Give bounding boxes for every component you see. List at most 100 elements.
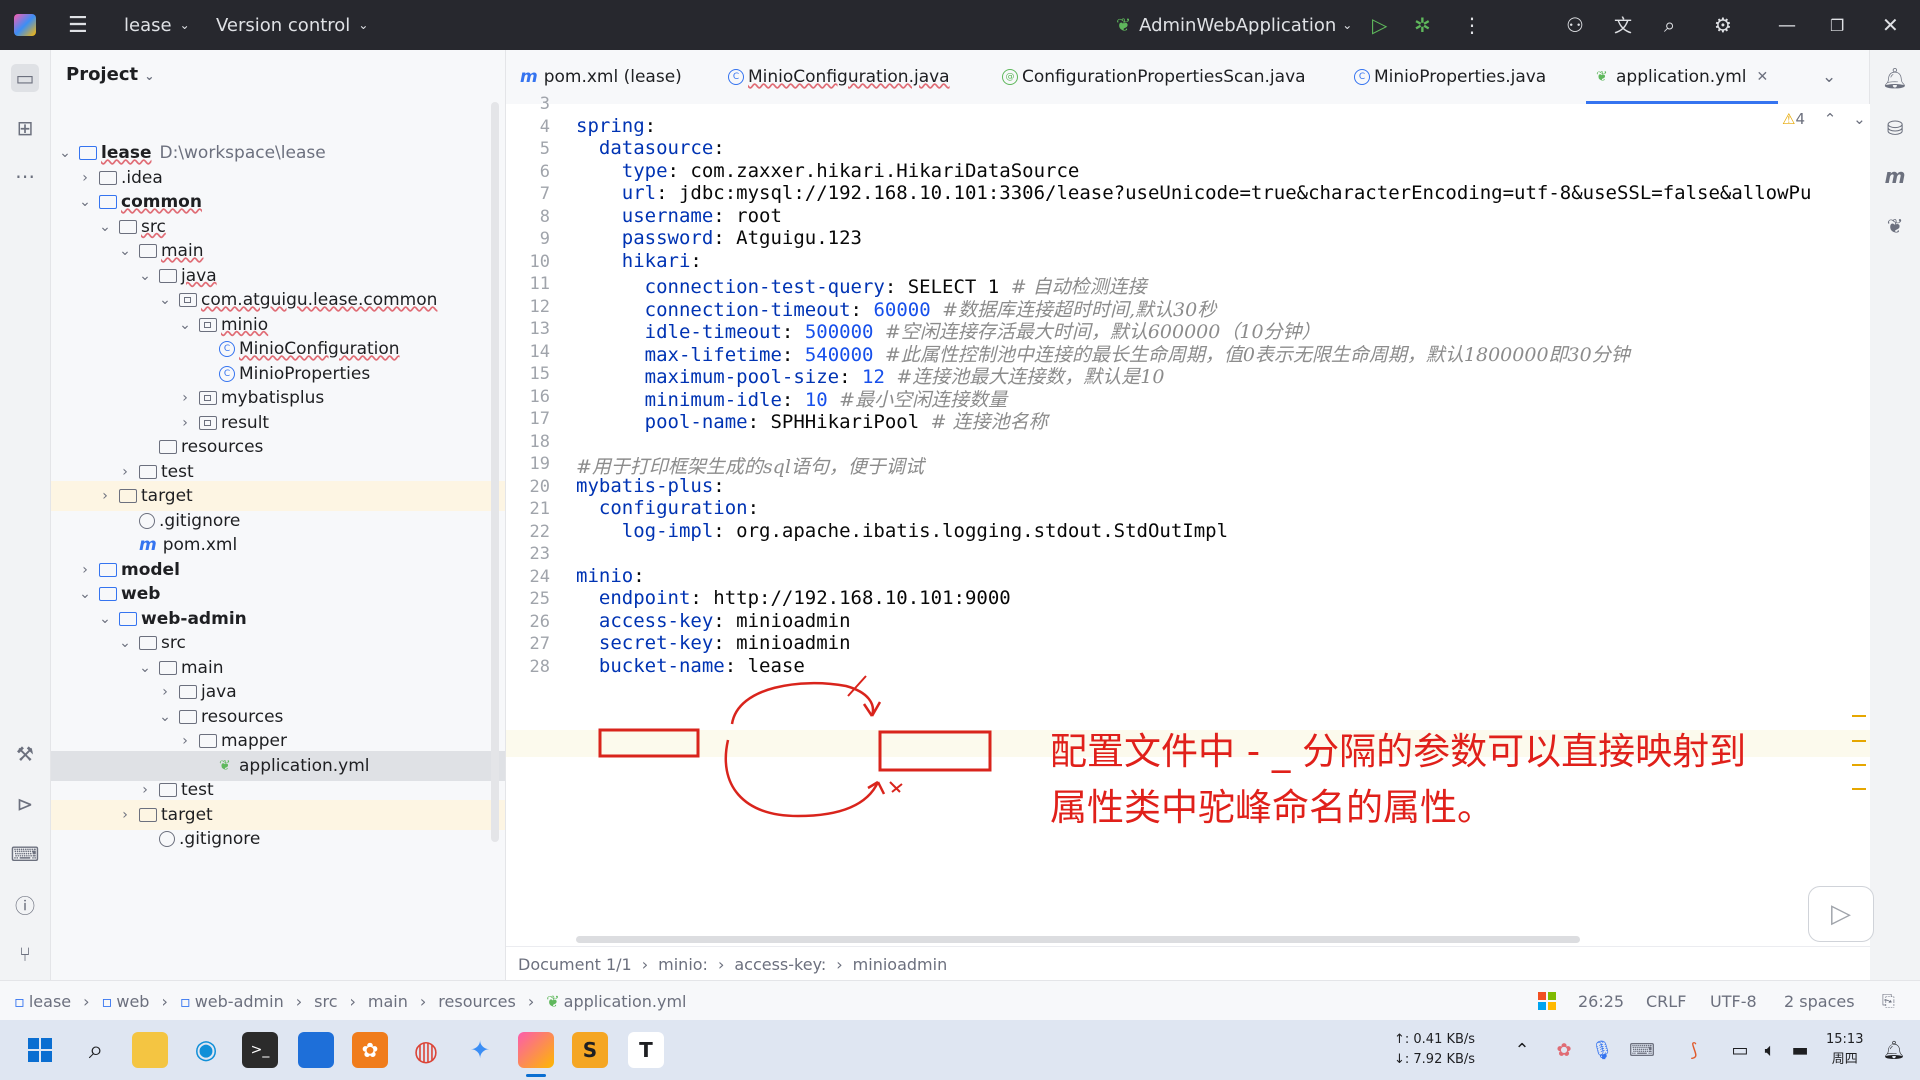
git-branch-icon[interactable]: ⑂ bbox=[11, 940, 39, 968]
tray-expand-chevron-icon[interactable]: ⌃ bbox=[1504, 1032, 1540, 1068]
nav-path-item[interactable]: web-admin bbox=[195, 992, 284, 1011]
nav-path-item[interactable]: resources bbox=[438, 992, 516, 1011]
typora-icon[interactable]: T bbox=[628, 1032, 664, 1068]
tab-minio-configuration[interactable]: C MinioConfiguration.java bbox=[728, 50, 950, 104]
project-selector[interactable]: lease ⌄ bbox=[124, 0, 190, 50]
translate-icon[interactable]: ⽂ bbox=[1614, 0, 1632, 50]
chevron-down-icon[interactable]: ⌄ bbox=[97, 611, 113, 627]
build-hammer-icon[interactable]: ⚒ bbox=[11, 740, 39, 768]
file-encoding[interactable]: UTF-8 bbox=[1710, 981, 1757, 1021]
battery-icon[interactable]: ▬ bbox=[1782, 1032, 1818, 1068]
services-run-icon[interactable]: ⊳ bbox=[11, 790, 39, 818]
chevron-down-icon[interactable]: ⌄ bbox=[137, 660, 153, 676]
caret-position[interactable]: 26:25 bbox=[1578, 981, 1624, 1021]
close-icon[interactable]: ✕ bbox=[1882, 0, 1899, 50]
clock[interactable]: 15:13 周四 bbox=[1826, 1030, 1863, 1070]
chevron-right-icon[interactable]: › bbox=[97, 488, 113, 504]
chevron-right-icon[interactable]: › bbox=[137, 782, 153, 798]
nav-path-item[interactable]: main bbox=[368, 992, 408, 1011]
breadcrumb-item[interactable]: Document 1/1 bbox=[518, 955, 632, 974]
notification-bell-icon[interactable]: 🔔︎ bbox=[1876, 1032, 1912, 1068]
intellij-taskbar-icon[interactable] bbox=[518, 1032, 554, 1068]
search-icon[interactable]: ⌕ bbox=[1664, 0, 1675, 50]
nav-path-item[interactable]: lease bbox=[29, 992, 71, 1011]
tab-application-yml[interactable]: ❦ application.yml ✕ bbox=[1586, 50, 1779, 104]
project-scrollbar[interactable] bbox=[491, 102, 499, 842]
breadcrumb-item[interactable]: access-key: bbox=[734, 955, 826, 974]
problems-icon[interactable]: ⓘ bbox=[11, 890, 39, 918]
maven-tool-icon[interactable]: m bbox=[1881, 162, 1909, 190]
edge-browser-icon[interactable]: ◉ bbox=[188, 1032, 224, 1068]
tree-item-label: minio bbox=[221, 314, 269, 335]
minimize-icon[interactable]: — bbox=[1778, 0, 1796, 50]
main-menu-icon[interactable]: ☰ bbox=[68, 0, 88, 50]
breadcrumb-separator: › bbox=[419, 991, 427, 1011]
readonly-lock-icon[interactable]: ⎘ bbox=[1882, 981, 1895, 1021]
app-orange-icon[interactable]: ✿ bbox=[352, 1032, 388, 1068]
spring-tool-icon[interactable]: ❦ bbox=[1881, 212, 1909, 240]
more-tools-icon[interactable]: ⋯ bbox=[11, 162, 39, 190]
play-overlay-icon[interactable]: ▷ bbox=[1808, 886, 1874, 942]
project-panel-title[interactable]: Project ⌄ bbox=[66, 64, 154, 85]
nav-path-item[interactable]: application.yml bbox=[564, 992, 687, 1011]
tab-configuration-properties-scan[interactable]: @ ConfigurationPropertiesScan.java bbox=[1002, 50, 1306, 104]
chevron-down-icon[interactable]: ⌄ bbox=[117, 635, 133, 651]
chevron-right-icon[interactable]: › bbox=[177, 415, 193, 431]
line-separator[interactable]: CRLF bbox=[1646, 981, 1686, 1021]
taskbar-search-icon[interactable]: ⌕ bbox=[78, 1032, 114, 1068]
chevron-right-icon[interactable]: › bbox=[177, 733, 193, 749]
structure-icon[interactable]: ⊞ bbox=[11, 114, 39, 142]
vcs-menu[interactable]: Version control ⌄ bbox=[216, 0, 368, 50]
terminal-app-icon[interactable]: >_ bbox=[242, 1032, 278, 1068]
chrome-icon[interactable]: ◍ bbox=[408, 1032, 444, 1068]
chevron-down-icon[interactable]: ⌄ bbox=[97, 219, 113, 235]
tree-item[interactable]: .gitignore bbox=[51, 824, 505, 854]
chevron-down-icon[interactable]: ⌄ bbox=[157, 709, 173, 725]
chevron-down-icon[interactable]: ⌄ bbox=[177, 317, 193, 333]
chevron-right-icon[interactable]: › bbox=[117, 807, 133, 823]
chevron-down-icon[interactable]: ⌄ bbox=[137, 268, 153, 284]
tree-item-label: mybatisplus bbox=[221, 388, 325, 408]
close-tab-icon[interactable]: ✕ bbox=[1757, 69, 1769, 85]
more-actions-icon[interactable]: ⋮ bbox=[1462, 0, 1482, 50]
chevron-down-icon[interactable]: ⌄ bbox=[77, 194, 93, 210]
nav-path-item[interactable]: web bbox=[116, 992, 149, 1011]
start-windows-icon[interactable] bbox=[22, 1032, 58, 1068]
breadcrumb-item[interactable]: minioadmin bbox=[853, 955, 948, 974]
project-tool-folder-icon[interactable]: ▭ bbox=[11, 64, 39, 92]
tray-input-icon[interactable]: ⌨ bbox=[1624, 1032, 1660, 1068]
ide-logo-icon[interactable] bbox=[14, 0, 36, 50]
breadcrumb-item[interactable]: minio: bbox=[658, 955, 708, 974]
run-icon[interactable]: ▷ bbox=[1372, 0, 1387, 50]
chevron-down-icon[interactable]: ⌄ bbox=[117, 243, 133, 259]
debug-icon[interactable]: ✲ bbox=[1414, 0, 1431, 50]
database-icon[interactable]: ⛁ bbox=[1881, 114, 1909, 142]
notifications-bell-icon[interactable]: 🔔︎ bbox=[1881, 64, 1909, 92]
file-explorer-icon[interactable] bbox=[132, 1032, 168, 1068]
chevron-down-icon[interactable]: ⌄ bbox=[77, 586, 93, 602]
chevron-right-icon[interactable]: › bbox=[77, 170, 93, 186]
chevron-right-icon[interactable]: › bbox=[77, 562, 93, 578]
settings-gear-icon[interactable]: ⚙ bbox=[1714, 0, 1732, 50]
tray-app2-icon[interactable]: ⟆ bbox=[1676, 1032, 1712, 1068]
chevron-down-icon[interactable]: ⌄ bbox=[157, 292, 173, 308]
chevron-down-icon[interactable]: ⌄ bbox=[57, 145, 73, 161]
chevron-down-icon: ⌄ bbox=[1342, 18, 1353, 32]
tab-minio-properties[interactable]: C MinioProperties.java bbox=[1354, 50, 1546, 104]
run-config-selector[interactable]: ❦ AdminWebApplication ⌄ bbox=[1116, 0, 1352, 50]
nav-path-item[interactable]: src bbox=[314, 992, 337, 1011]
chevron-right-icon[interactable]: › bbox=[157, 684, 173, 700]
chevron-right-icon[interactable]: › bbox=[117, 464, 133, 480]
add-user-icon[interactable]: ⚇ bbox=[1566, 0, 1584, 50]
folder-icon bbox=[139, 807, 157, 822]
terminal-icon[interactable]: ⌨ bbox=[11, 840, 40, 868]
app-feather-icon[interactable]: ✦ bbox=[462, 1032, 498, 1068]
chevron-right-icon[interactable]: › bbox=[177, 390, 193, 406]
tray-app-icon[interactable]: ✿ bbox=[1546, 1032, 1582, 1068]
restore-icon[interactable]: ❐ bbox=[1830, 0, 1844, 50]
microphone-icon[interactable]: 🎙︎ bbox=[1584, 1032, 1620, 1068]
indent-setting[interactable]: 2 spaces bbox=[1784, 981, 1855, 1021]
sublime-icon[interactable]: S bbox=[572, 1032, 608, 1068]
tab-overflow-chevron-icon[interactable]: ⌄ bbox=[1822, 50, 1836, 104]
store-icon[interactable] bbox=[298, 1032, 334, 1068]
